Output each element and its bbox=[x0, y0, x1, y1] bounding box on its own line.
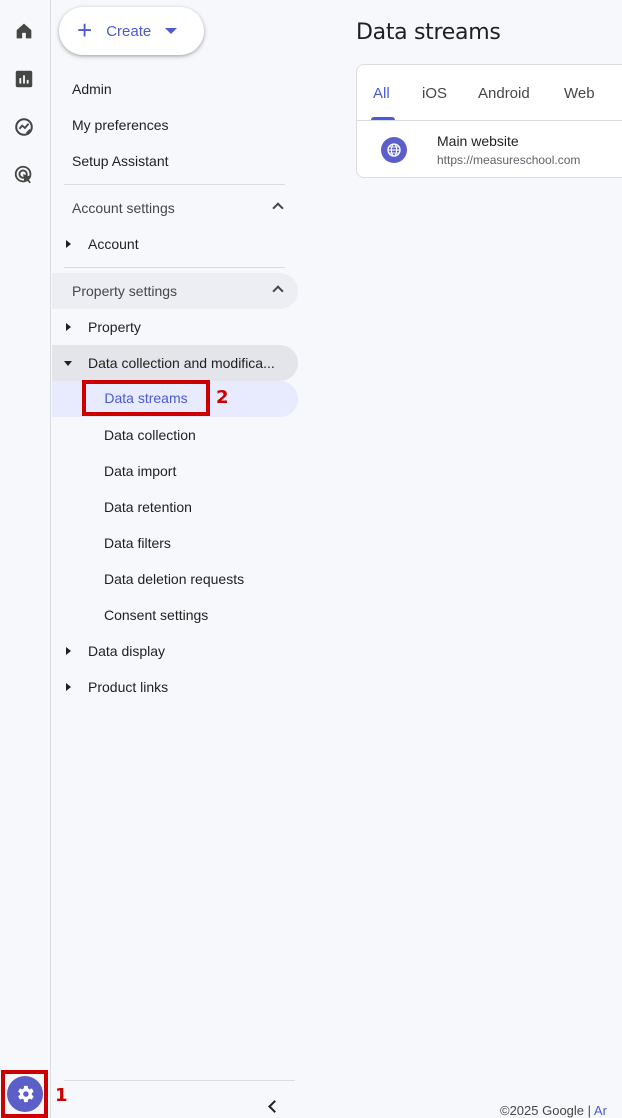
expand-arrow-icon bbox=[66, 647, 71, 655]
copyright-text: ©2025 Google | bbox=[500, 1103, 594, 1118]
nav-data-display[interactable]: Data display bbox=[52, 633, 298, 669]
nav-property[interactable]: Property bbox=[52, 309, 298, 345]
nav-data-import-label: Data import bbox=[104, 463, 177, 479]
explore-icon[interactable] bbox=[11, 114, 37, 140]
nav-property-label: Property bbox=[88, 319, 141, 335]
nav-setup-assistant[interactable]: Setup Assistant bbox=[52, 143, 298, 179]
divider bbox=[64, 267, 285, 268]
home-icon[interactable] bbox=[11, 18, 37, 44]
nav-product-links-label: Product links bbox=[88, 679, 169, 695]
footer-link[interactable]: Ar bbox=[594, 1103, 607, 1118]
nav-data-streams-label: Data streams bbox=[104, 390, 188, 406]
nav-data-retention-label: Data retention bbox=[104, 499, 192, 515]
section-account-settings-label: Account settings bbox=[72, 200, 175, 216]
globe-icon bbox=[381, 137, 407, 163]
step-annotation-2: 2 bbox=[216, 387, 229, 408]
expand-arrow-icon bbox=[66, 683, 71, 691]
expand-arrow-icon bbox=[66, 240, 71, 248]
collapse-arrow-icon bbox=[64, 361, 72, 366]
nav-data-streams-highlight[interactable]: Data streams bbox=[82, 380, 210, 416]
footer: ©2025 Google | Ar bbox=[500, 1103, 607, 1118]
nav-admin[interactable]: Admin bbox=[52, 71, 298, 107]
nav-consent-settings-label: Consent settings bbox=[104, 607, 209, 623]
section-account-settings[interactable]: Account settings bbox=[52, 190, 298, 226]
section-property-settings[interactable]: Property settings bbox=[52, 273, 298, 309]
nav-admin-label: Admin bbox=[72, 81, 112, 97]
stream-name: Main website bbox=[437, 133, 519, 149]
advertising-icon[interactable] bbox=[11, 162, 37, 188]
expand-arrow-icon bbox=[66, 323, 71, 331]
nav-my-preferences-label: My preferences bbox=[72, 117, 169, 133]
plus-icon: + bbox=[77, 14, 93, 45]
nav-data-filters-label: Data filters bbox=[104, 535, 171, 551]
left-rail bbox=[0, 0, 51, 1118]
stream-tabs: All iOS Android Web bbox=[357, 65, 622, 121]
create-button[interactable]: + Create bbox=[59, 7, 204, 55]
divider bbox=[64, 184, 285, 185]
tab-ios[interactable]: iOS bbox=[422, 65, 447, 121]
tab-web[interactable]: Web bbox=[564, 65, 595, 121]
tab-all[interactable]: All bbox=[373, 65, 390, 121]
active-tab-indicator bbox=[371, 117, 395, 120]
create-label: Create bbox=[106, 22, 152, 40]
stream-row[interactable]: Main website https://measureschool.com bbox=[357, 121, 622, 179]
data-streams-card: All iOS Android Web Main website https:/… bbox=[356, 64, 622, 178]
nav-data-import[interactable]: Data import bbox=[52, 453, 298, 489]
caret-down-icon bbox=[165, 28, 178, 34]
nav-product-links[interactable]: Product links bbox=[52, 669, 298, 705]
nav-data-collection-and-modification-label: Data collection and modifica... bbox=[88, 355, 275, 371]
chevron-left-icon bbox=[267, 1099, 281, 1113]
reports-icon[interactable] bbox=[11, 66, 37, 92]
chevron-up-icon bbox=[272, 202, 284, 214]
nav-data-deletion-requests[interactable]: Data deletion requests bbox=[52, 561, 298, 597]
nav-data-display-label: Data display bbox=[88, 643, 166, 659]
gear-icon bbox=[6, 1076, 43, 1112]
nav-data-collection-and-modification[interactable]: Data collection and modifica... bbox=[52, 345, 298, 381]
nav-consent-settings[interactable]: Consent settings bbox=[52, 597, 298, 633]
divider bbox=[64, 1080, 295, 1081]
admin-nav-panel: + Create Admin My preferences Setup Assi… bbox=[52, 0, 302, 1118]
nav-data-deletion-requests-label: Data deletion requests bbox=[104, 571, 245, 587]
nav-account-label: Account bbox=[88, 236, 139, 252]
nav-account[interactable]: Account bbox=[52, 226, 298, 262]
section-property-settings-label: Property settings bbox=[72, 283, 178, 299]
tab-android[interactable]: Android bbox=[478, 65, 530, 121]
nav-data-filters[interactable]: Data filters bbox=[52, 525, 298, 561]
page-title: Data streams bbox=[356, 20, 501, 45]
main-content: Data streams All iOS Android Web Main we… bbox=[302, 0, 622, 1118]
collapse-nav-button[interactable] bbox=[260, 1094, 284, 1118]
stream-url: https://measureschool.com bbox=[437, 153, 581, 167]
nav-data-collection[interactable]: Data collection bbox=[52, 417, 298, 453]
nav-setup-assistant-label: Setup Assistant bbox=[72, 153, 169, 169]
nav-my-preferences[interactable]: My preferences bbox=[52, 107, 298, 143]
nav-data-retention[interactable]: Data retention bbox=[52, 489, 298, 525]
nav-data-collection-label: Data collection bbox=[104, 427, 196, 443]
admin-settings-button[interactable] bbox=[1, 1070, 48, 1118]
chevron-up-icon bbox=[272, 285, 284, 297]
